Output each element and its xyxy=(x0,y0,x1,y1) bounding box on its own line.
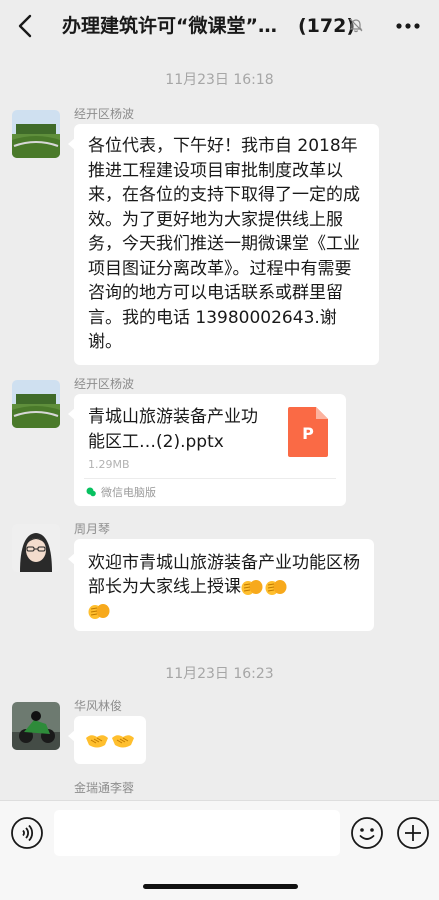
handshake-emoji-icon xyxy=(86,735,108,748)
chevron-left-icon xyxy=(18,14,32,38)
file-message-card[interactable]: 青城山旅游装备产业功能区工…(2).pptx 1.29MB P 微信电脑版 xyxy=(68,394,346,506)
file-source: 微信电脑版 xyxy=(86,484,156,500)
avatar[interactable] xyxy=(12,380,60,428)
divider xyxy=(84,478,336,479)
member-count: (172) xyxy=(298,15,356,37)
wechat-pc-icon xyxy=(86,487,96,497)
fist-bump-emoji-icon xyxy=(241,580,263,595)
back-button[interactable] xyxy=(12,12,38,40)
message-text: 欢迎市青城山旅游装备产业功能区杨部长为大家线上授课 xyxy=(88,553,360,597)
file-source-label: 微信电脑版 xyxy=(101,486,156,499)
avatar-landscape-icon xyxy=(12,380,60,428)
message-text: 各位代表，下午好！我市自 2018年推进工程建设项目审批制度改革以来，在各位的支… xyxy=(88,136,360,352)
fist-bump-emoji-icon xyxy=(88,604,110,619)
sender-name: 周月琴 xyxy=(74,522,111,536)
more-dots-icon xyxy=(396,23,420,29)
message-bubble[interactable] xyxy=(68,716,146,764)
bell-muted-icon xyxy=(349,18,363,33)
avatar[interactable] xyxy=(12,702,60,750)
home-indicator xyxy=(143,884,298,889)
chat-title: 办理建筑许可“微课堂”… xyxy=(62,15,277,37)
more-button[interactable] xyxy=(394,14,422,38)
file-name: 青城山旅游装备产业功能区工…(2).pptx xyxy=(88,407,258,452)
smiley-icon[interactable] xyxy=(350,816,384,850)
avatar-portrait-icon xyxy=(12,524,60,572)
avatar[interactable] xyxy=(12,110,60,158)
message-input[interactable] xyxy=(54,810,340,856)
avatar-motorcycle-icon xyxy=(12,702,60,750)
emoji-group xyxy=(88,601,110,621)
message-timestamp: 11月23日 16:23 xyxy=(165,666,274,682)
sender-name: 金瑞通李蓉 xyxy=(74,781,135,795)
sender-name: 经开区杨波 xyxy=(74,107,135,121)
ppt-badge-letter: P xyxy=(302,424,314,443)
avatar-landscape-icon xyxy=(12,110,60,158)
plus-icon[interactable] xyxy=(396,816,430,850)
voice-icon[interactable] xyxy=(10,816,44,850)
chat-header: 办理建筑许可“微课堂”… (172) xyxy=(0,0,439,52)
sender-name: 华风林俊 xyxy=(74,699,123,713)
avatar[interactable] xyxy=(12,524,60,572)
sender-name: 经开区杨波 xyxy=(74,377,135,391)
message-timestamp: 11月23日 16:18 xyxy=(165,72,274,88)
handshake-emoji-icon xyxy=(112,735,134,748)
message-bubble[interactable]: 欢迎市青城山旅游装备产业功能区杨部长为大家线上授课 xyxy=(68,539,374,631)
message-text-container: 欢迎市青城山旅游装备产业功能区杨部长为大家线上授课 xyxy=(74,539,374,631)
fist-bump-emoji-icon xyxy=(265,580,287,595)
emoji-group xyxy=(85,729,135,751)
file-size: 1.29MB xyxy=(88,458,130,471)
emoji-group xyxy=(241,577,287,597)
message-bubble[interactable]: 各位代表，下午好！我市自 2018年推进工程建设项目审批制度改革以来，在各位的支… xyxy=(68,124,379,365)
